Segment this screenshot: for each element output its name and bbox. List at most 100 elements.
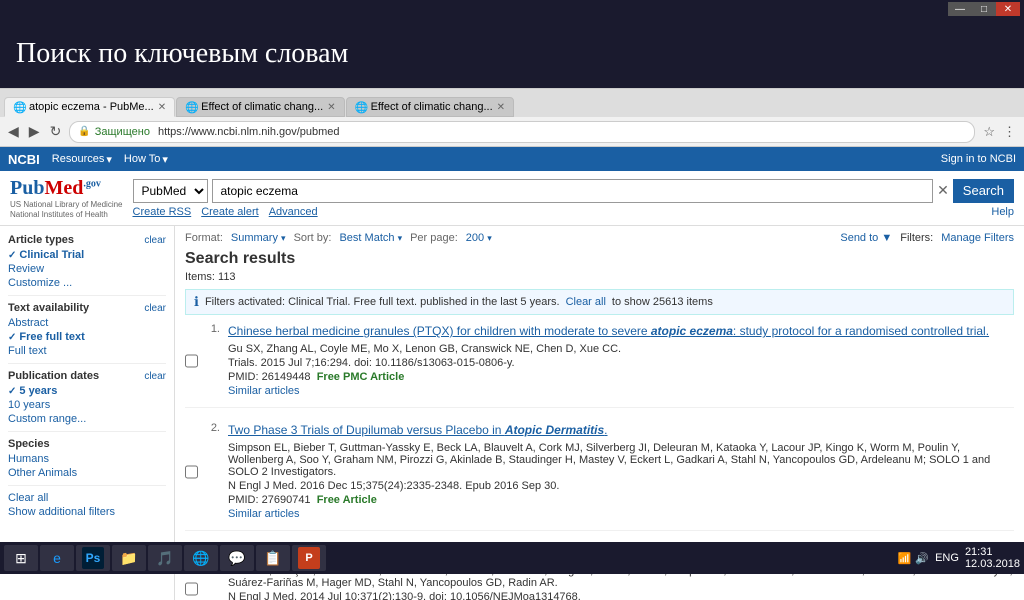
tab-active[interactable]: 🌐 atopic eczema - PubMe... ✕ (4, 97, 175, 117)
article-2-title[interactable]: Two Phase 3 Trials of Dupilumab versus P… (228, 422, 1014, 439)
text-avail-header: Text availability clear (8, 302, 166, 314)
per-page-value[interactable]: 200 ▾ (466, 232, 492, 244)
text-avail-clear[interactable]: clear (144, 303, 166, 314)
pub-dates-label: Publication dates (8, 370, 99, 382)
results-toolbar: Format: Summary ▾ Sort by: Best Match ▾ … (185, 232, 1014, 244)
search-button[interactable]: Search (953, 179, 1014, 203)
clinical-trial-label: Clinical Trial (19, 249, 84, 261)
tab-close-3[interactable]: ✕ (497, 102, 505, 113)
ncbi-signin-button[interactable]: Sign in to NCBI (941, 153, 1016, 165)
pub-dates-header: Publication dates clear (8, 370, 166, 382)
per-page-arrow: ▾ (487, 233, 492, 243)
article-types-clear[interactable]: clear (144, 235, 166, 246)
start-button[interactable]: ⊞ (4, 545, 38, 571)
howto-chevron: ▾ (162, 153, 168, 166)
article-2-pmid: PMID: 27690741 Free Article (228, 494, 1014, 506)
bookmark-icon[interactable]: ☆ (981, 124, 997, 140)
sidebar-item-clinical-trial[interactable]: ✓ Clinical Trial (8, 249, 166, 261)
forward-button[interactable]: ▶ (27, 123, 42, 140)
sidebar-item-5years[interactable]: ✓ 5 years (8, 385, 166, 397)
settings-icon[interactable]: ⋮ (1001, 124, 1018, 140)
sidebar-item-clear-all[interactable]: Clear all (8, 492, 166, 504)
sidebar-item-review[interactable]: Review (8, 263, 166, 275)
skype-icon: 💬 (226, 547, 248, 569)
sidebar-item-abstract[interactable]: Abstract (8, 317, 166, 329)
minimize-button[interactable]: — (948, 2, 972, 16)
send-to-button[interactable]: Send to ▼ (840, 232, 892, 244)
time-display: 21:31 (965, 546, 1020, 558)
ncbi-howto-link[interactable]: How To ▾ (124, 153, 168, 166)
search-clear-button[interactable]: ✕ (937, 182, 949, 199)
browser-chrome: 🌐 atopic eczema - PubMe... ✕ 🌐 Effect of… (0, 88, 1024, 226)
sort-label: Sort by: (294, 232, 332, 244)
folder-icon[interactable]: 📁 (112, 545, 146, 571)
sidebar-item-other-animals[interactable]: Other Animals (8, 467, 166, 479)
resources-chevron: ▾ (106, 153, 112, 166)
tab-2[interactable]: 🌐 Effect of climatic chang... ✕ (176, 97, 344, 117)
sidebar-item-free-full-text[interactable]: ✓ Free full text (8, 331, 166, 343)
powerpoint-icon[interactable]: P (292, 545, 326, 571)
media-icon[interactable]: 🎵 (148, 545, 182, 571)
ncbi-toolbar: NCBI Resources ▾ How To ▾ Sign in to NCB… (0, 147, 1024, 171)
sort-value[interactable]: Best Match ▾ (339, 232, 402, 244)
article-2-checkbox[interactable] (185, 424, 198, 520)
per-page-label: Per page: (410, 232, 458, 244)
ppt-icon: P (298, 547, 320, 569)
tab-close-1[interactable]: ✕ (158, 102, 166, 113)
sidebar-item-custom-range[interactable]: Custom range... (8, 413, 166, 425)
clock: 21:31 12.03.2018 (965, 546, 1020, 570)
maximize-button[interactable]: □ (972, 2, 996, 16)
sidebar-item-full-text[interactable]: Full text (8, 345, 166, 357)
taskbar-right: 📶 🔊 ENG 21:31 12.03.2018 (898, 546, 1020, 570)
manage-filters-link[interactable]: Manage Filters (941, 232, 1014, 244)
article-1-authors: Gu SX, Zhang AL, Coyle ME, Mo X, Lenon G… (228, 343, 1014, 355)
tab-3[interactable]: 🌐 Effect of climatic chang... ✕ (346, 97, 514, 117)
ncbi-resources-link[interactable]: Resources ▾ (52, 153, 112, 166)
free-full-text-label: Free full text (19, 331, 84, 343)
article-types-label: Article types (8, 234, 74, 246)
pub-dates-clear[interactable]: clear (144, 371, 166, 382)
sidebar-item-10years[interactable]: 10 years (8, 399, 166, 411)
network-icon: 📶 (898, 552, 912, 565)
pubmed-header: PubMed .gov US National Library of Medici… (0, 171, 1024, 226)
photoshop-icon[interactable]: Ps (76, 545, 110, 571)
advanced-link[interactable]: Advanced (269, 206, 318, 218)
sidebar-item-show-additional[interactable]: Show additional filters (8, 506, 166, 518)
search-input[interactable] (212, 179, 934, 203)
search-database-select[interactable]: PubMed (133, 179, 208, 203)
browser-taskbar-icon[interactable]: 🌐 (184, 545, 218, 571)
article-1-checkbox[interactable] (185, 325, 198, 397)
filter-clear-all-link[interactable]: Clear all (566, 296, 606, 308)
logo-line1: US National Library of Medicine (10, 200, 123, 210)
files-icon[interactable]: 📋 (256, 545, 290, 571)
back-button[interactable]: ◀ (6, 123, 21, 140)
ps-icon: Ps (82, 547, 104, 569)
check-icon-clinical: ✓ (8, 250, 16, 261)
logo-gov: .gov (83, 178, 101, 189)
article-3-journal: N Engl J Med. 2014 Jul 10;371(2):130-9. … (228, 591, 1014, 600)
help-link[interactable]: Help (991, 206, 1014, 218)
article-2-similar-link[interactable]: Similar articles (228, 508, 1014, 520)
slide-title: Поиск по ключевым словам (0, 18, 1024, 88)
format-value[interactable]: Summary ▾ (231, 232, 286, 244)
article-1-similar-link[interactable]: Similar articles (228, 385, 1014, 397)
other-animals-label: Other Animals (8, 467, 77, 479)
sidebar-item-humans[interactable]: Humans (8, 453, 166, 465)
address-input[interactable]: 🔒 Защищено https://www.ncbi.nlm.nih.gov/… (69, 121, 975, 143)
create-alert-link[interactable]: Create alert (201, 206, 258, 218)
address-bar: ◀ ▶ ↻ 🔒 Защищено https://www.ncbi.nlm.ni… (0, 117, 1024, 147)
create-rss-link[interactable]: Create RSS (133, 206, 192, 218)
article-1-title[interactable]: Chinese herbal medicine granules (PTQX) … (228, 323, 1014, 340)
filter-notice: ℹ Filters activated: Clinical Trial. Fre… (185, 289, 1014, 315)
refresh-button[interactable]: ↻ (48, 123, 64, 140)
ncbi-resources-label: Resources (52, 153, 105, 165)
sidebar-item-customize[interactable]: Customize ... (8, 277, 166, 289)
pubmed-small-text: US National Library of Medicine National… (10, 200, 123, 219)
close-button[interactable]: ✕ (996, 2, 1020, 16)
tab-close-2[interactable]: ✕ (327, 102, 335, 113)
per-page-text: 200 (466, 232, 484, 244)
species-label: Species (8, 438, 50, 450)
custom-range-label: Custom range... (8, 413, 86, 425)
chat-icon[interactable]: 💬 (220, 545, 254, 571)
ie-icon[interactable]: e (40, 545, 74, 571)
